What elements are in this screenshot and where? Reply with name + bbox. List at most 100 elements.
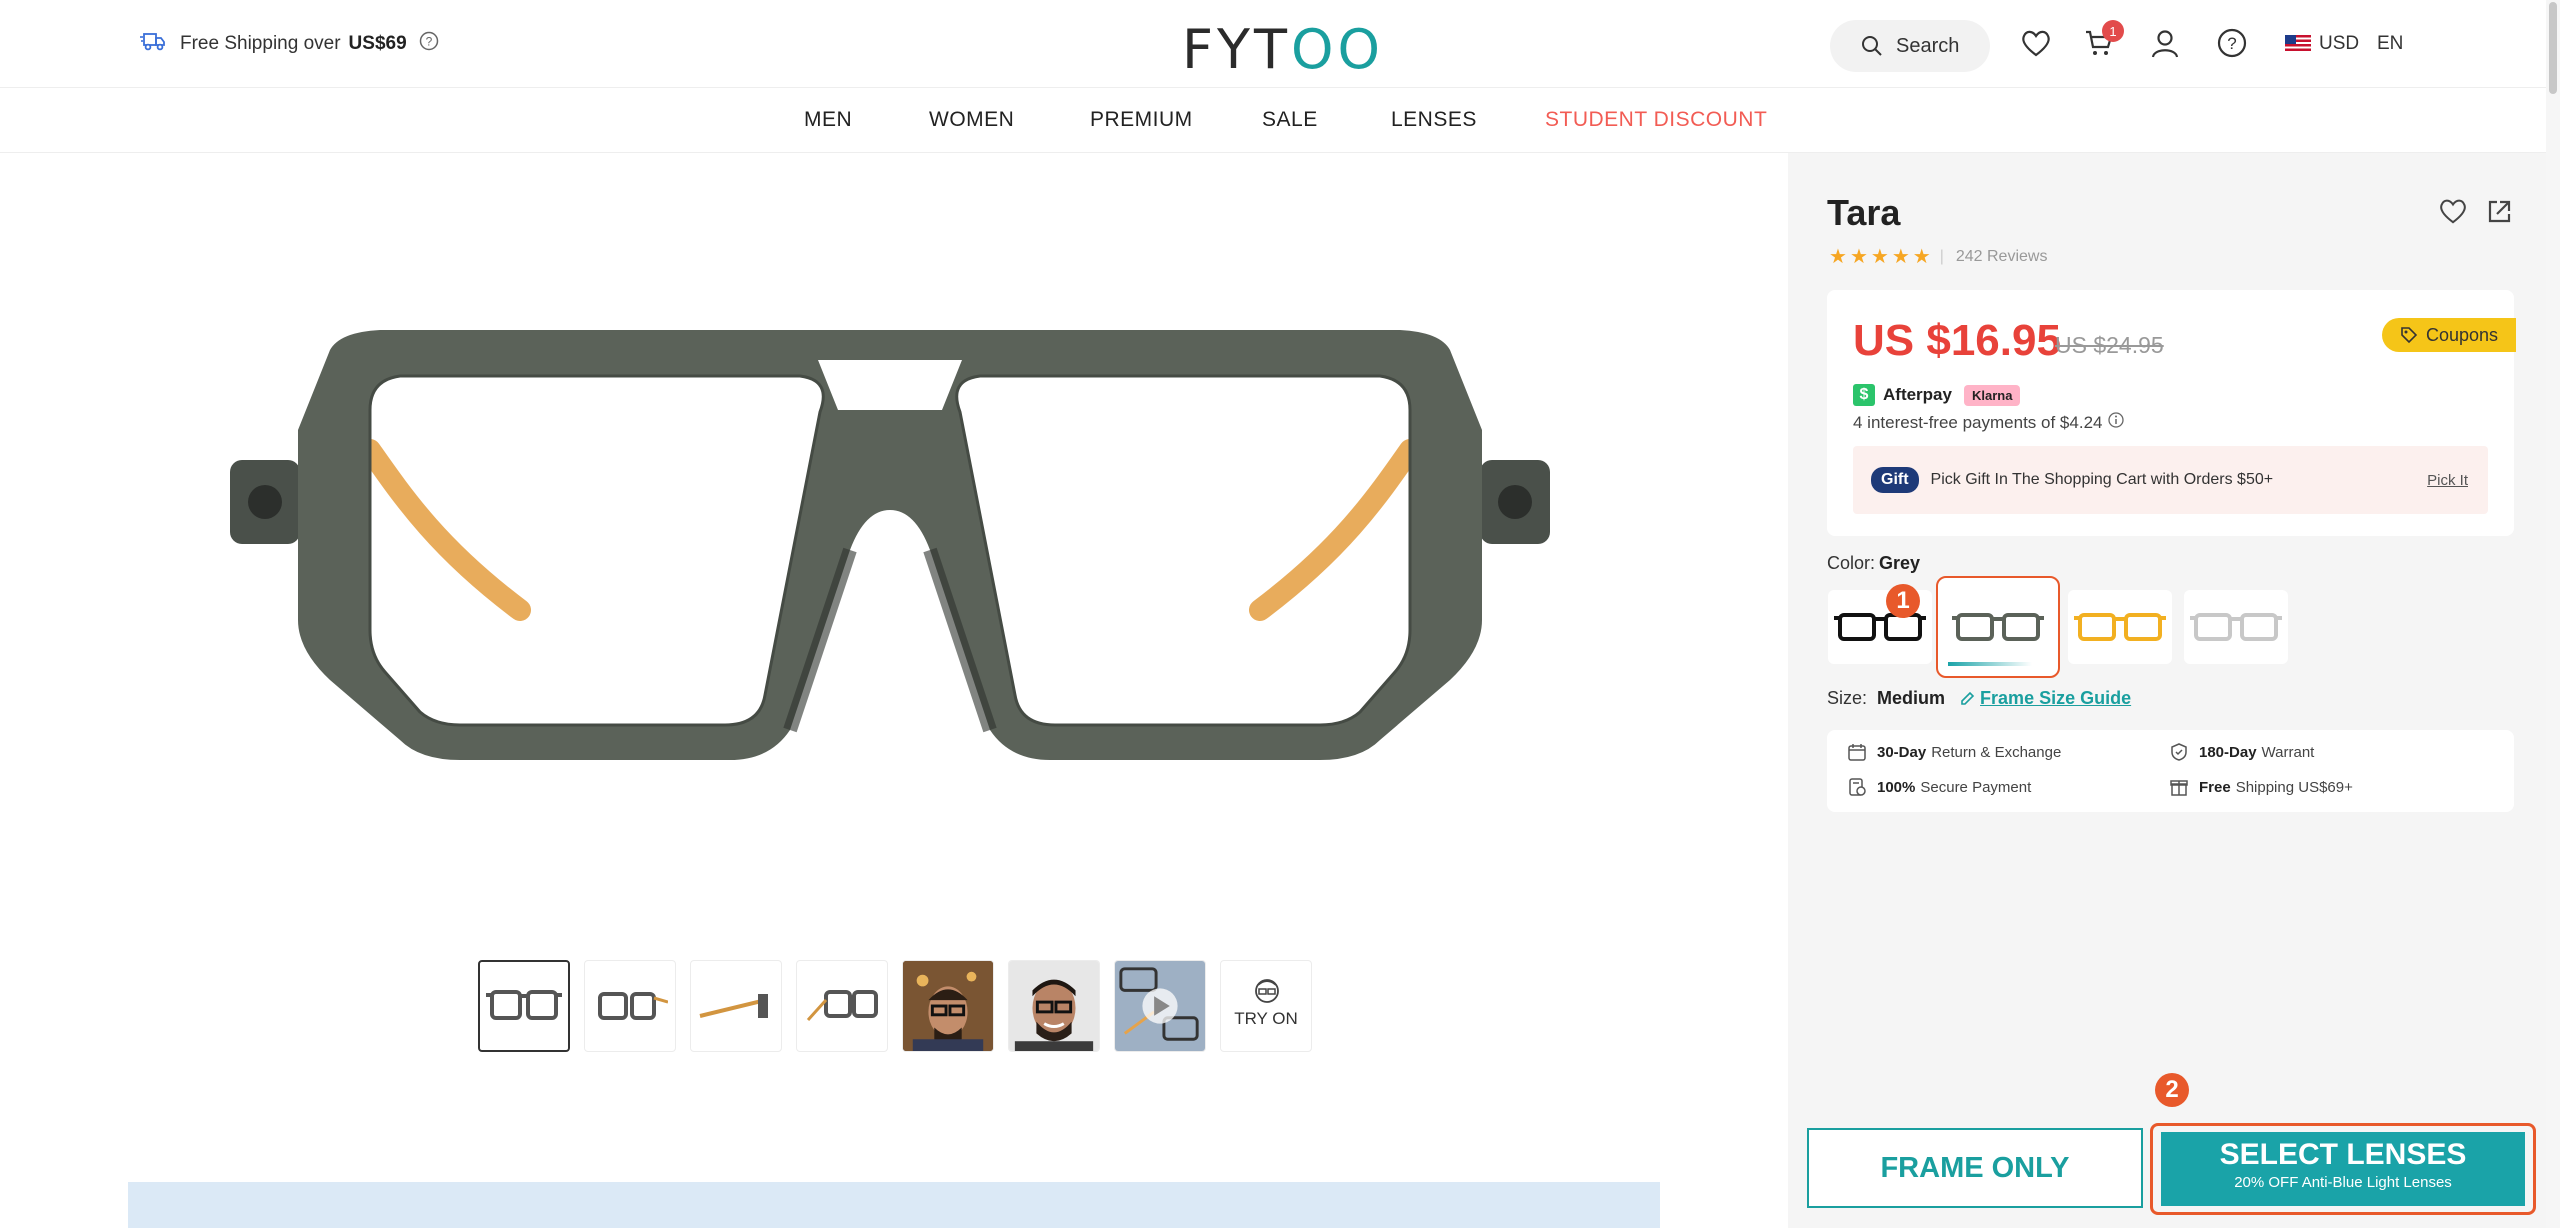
- benefits-card: 30-Day Return & Exchange 180-Day Warrant 1…: [1827, 730, 2514, 812]
- favorite-heart-icon[interactable]: [2438, 197, 2468, 230]
- cashapp-icon: $: [1853, 384, 1875, 406]
- select-lenses-button[interactable]: SELECT LENSES 20% OFF Anti-Blue Light Le…: [2161, 1132, 2525, 1206]
- thumbnail-side[interactable]: [690, 960, 782, 1052]
- coupons-label: Coupons: [2425, 324, 2499, 345]
- size-row: Size: Medium Frame Size Guide: [1827, 688, 2131, 709]
- svg-text:?: ?: [425, 35, 432, 49]
- currency-selector[interactable]: USD: [2285, 33, 2359, 55]
- face-try-on-icon: [1255, 979, 1279, 1003]
- color-swatch-yellow[interactable]: [2068, 590, 2172, 664]
- search-label: Search: [1896, 34, 1960, 57]
- share-icon[interactable]: [2486, 199, 2512, 230]
- thumbnail-model-photo-2[interactable]: [1008, 960, 1100, 1052]
- calendar-return-icon: [1848, 744, 1866, 761]
- benefit-return-text: Return & Exchange: [1931, 743, 2062, 761]
- currency-label: USD: [2319, 33, 2360, 54]
- benefit-warranty: 180-Day Warrant: [2169, 742, 2314, 762]
- pencil-ruler-icon: [1961, 691, 1975, 705]
- gift-box-icon: [2170, 780, 2188, 796]
- color-row: Color: Grey: [1827, 553, 1920, 574]
- frame-size-guide-label: Frame Size Guide: [1980, 688, 2132, 708]
- coupon-tag-icon: [2401, 327, 2418, 344]
- star-icon: ★: [1849, 246, 1868, 268]
- nav-item-lenses[interactable]: LENSES: [1391, 108, 1477, 132]
- scrollbar-thumb[interactable]: [2549, 2, 2557, 94]
- us-flag-icon: [2285, 35, 2311, 53]
- secure-payment-icon: [1849, 778, 1866, 796]
- try-on-label: TRY ON: [1234, 1009, 1298, 1028]
- frame-size-guide-link[interactable]: Frame Size Guide: [1959, 688, 2131, 709]
- top-header: Free Shipping over US$69 ? FYTOO Search …: [0, 0, 2560, 88]
- pick-it-link[interactable]: Pick It: [2427, 472, 2468, 489]
- coupons-button[interactable]: Coupons: [2382, 318, 2516, 352]
- thumbnail-strip: TRY ON: [478, 960, 1312, 1052]
- account-user-icon[interactable]: [2150, 28, 2180, 63]
- cart-count-badge: 1: [2102, 20, 2124, 42]
- info-icon[interactable]: [2108, 412, 2125, 433]
- select-lenses-highlight: SELECT LENSES 20% OFF Anti-Blue Light Le…: [2150, 1123, 2536, 1215]
- select-lenses-promo: 20% OFF Anti-Blue Light Lenses: [2234, 1174, 2452, 1191]
- benefit-secure-text: Secure Payment: [1920, 778, 2032, 796]
- nav-item-premium[interactable]: PREMIUM: [1090, 108, 1193, 132]
- benefit-shipping-text: Shipping US$69+: [2235, 778, 2353, 796]
- benefit-warranty-text: Warrant: [2261, 743, 2315, 761]
- star-icon: ★: [1912, 246, 1931, 268]
- benefit-secure-bold: 100%: [1877, 778, 1916, 796]
- language-selector[interactable]: EN: [2377, 33, 2403, 55]
- thumbnail-angle[interactable]: [584, 960, 676, 1052]
- gift-badge: Gift: [1871, 467, 1919, 493]
- help-circle-icon[interactable]: ?: [419, 31, 439, 57]
- product-main-image[interactable]: [220, 320, 1560, 790]
- thumbnail-front[interactable]: [478, 960, 570, 1052]
- color-value: Grey: [1879, 553, 1921, 573]
- installments-label: 4 interest-free payments of $4.24: [1853, 412, 2103, 432]
- afterpay-row: $ Afterpay Klarna: [1853, 384, 2021, 406]
- svg-text:?: ?: [2227, 34, 2236, 53]
- star-icon: ★: [1891, 246, 1910, 268]
- shield-check-icon: [2171, 743, 2187, 761]
- product-name: Tara: [1827, 192, 1901, 233]
- benefit-shipping-bold: Free: [2199, 778, 2231, 796]
- size-label: Size:: [1827, 688, 1868, 708]
- size-value: Medium: [1877, 688, 1946, 708]
- logo-text-left: FYT: [1182, 18, 1292, 81]
- lenses-banner: [128, 1182, 1660, 1228]
- page-scrollbar[interactable]: [2546, 0, 2560, 1228]
- select-lenses-label: SELECT LENSES: [2219, 1138, 2467, 1171]
- rating-stars[interactable]: ★ ★ ★ ★ ★ | 242 Reviews: [1829, 244, 2047, 269]
- thumbnail-back[interactable]: [796, 960, 888, 1052]
- thumbnail-video[interactable]: [1114, 960, 1206, 1052]
- color-label: Color:: [1827, 553, 1876, 573]
- search-button[interactable]: Search: [1830, 20, 1990, 72]
- search-icon: [1862, 36, 1882, 56]
- fytoo-logo[interactable]: FYTOO: [1182, 18, 1384, 81]
- color-swatch-grey[interactable]: [1936, 576, 2060, 678]
- selected-indicator: [1948, 662, 2032, 666]
- color-swatch-clear[interactable]: [2184, 590, 2288, 664]
- nav-item-sale[interactable]: SALE: [1262, 108, 1318, 132]
- shipping-truck-icon: [140, 30, 166, 58]
- nav-item-student-discount[interactable]: STUDENT DISCOUNT: [1545, 108, 1767, 132]
- benefit-warranty-bold: 180-Day: [2199, 743, 2257, 761]
- help-icon[interactable]: ?: [2217, 28, 2247, 63]
- benefit-return-bold: 30-Day: [1877, 743, 1927, 761]
- price-card: US $16.95 US $24.95 Coupons $ Afterpay K…: [1827, 290, 2516, 536]
- nav-item-men[interactable]: MEN: [804, 108, 852, 132]
- thumbnail-model-photo-1[interactable]: [902, 960, 994, 1052]
- logo-text-right: OO: [1291, 18, 1385, 81]
- benefit-return: 30-Day Return & Exchange: [1847, 742, 2061, 762]
- free-shipping-notice: Free Shipping over US$69 ?: [140, 30, 439, 58]
- original-price: US $24.95: [2055, 332, 2164, 358]
- afterpay-label: Afterpay: [1883, 385, 1952, 404]
- frame-only-button[interactable]: FRAME ONLY: [1807, 1128, 2143, 1208]
- benefit-free-shipping: Free Shipping US$69+: [2169, 777, 2353, 797]
- step-marker-2: 2: [2155, 1073, 2189, 1107]
- step-marker-1: 1: [1886, 584, 1920, 618]
- installments-text: 4 interest-free payments of $4.24: [1853, 412, 2125, 433]
- nav-item-women[interactable]: WOMEN: [929, 108, 1014, 132]
- shipping-amount: US$69: [348, 33, 407, 54]
- wishlist-heart-icon[interactable]: [2020, 28, 2052, 63]
- try-on-button[interactable]: TRY ON: [1220, 960, 1312, 1052]
- benefit-secure-payment: 100% Secure Payment: [1847, 777, 2031, 797]
- reviews-count[interactable]: 242 Reviews: [1956, 248, 2048, 266]
